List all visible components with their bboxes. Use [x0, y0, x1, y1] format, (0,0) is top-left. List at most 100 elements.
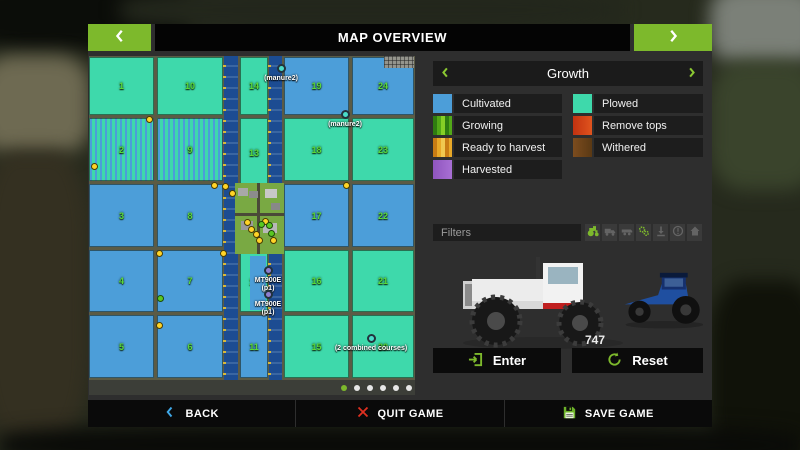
field-8[interactable]: 8 [157, 184, 223, 247]
trailer-filter-button[interactable] [619, 224, 634, 241]
field-number: 7 [187, 276, 192, 286]
field-number: 1 [119, 81, 124, 91]
poi-dot-yellow [229, 190, 236, 197]
field-3[interactable]: 3 [89, 184, 154, 247]
field-number: 6 [187, 342, 192, 352]
map-pin[interactable] [264, 290, 273, 299]
chevron-left-icon [113, 29, 127, 46]
legend-item-withered: Withered [573, 138, 703, 157]
trailer-icon [621, 224, 633, 242]
map-page-dot-4[interactable] [393, 385, 399, 391]
home-filter-button[interactable] [687, 224, 702, 241]
field-13[interactable]: 13 [240, 118, 268, 188]
plowed-swatch [573, 94, 592, 113]
poi-dot-yellow [91, 163, 98, 170]
field-16[interactable]: 16 [284, 250, 349, 312]
map-pin-label: MT900E [255, 277, 281, 285]
screen: MAP OVERVIEW 110141924291318233817224712… [0, 0, 800, 450]
field-5[interactable]: 5 [89, 315, 154, 378]
back-button[interactable]: BACK [88, 400, 295, 427]
legend-label: Ready to harvest [454, 138, 562, 157]
map-canvas[interactable]: 110141924291318233817224712162156111520 … [89, 56, 415, 395]
legend-item-growing: Growing [433, 116, 562, 135]
field-11[interactable]: 11 [240, 315, 268, 378]
truck-icon [604, 224, 616, 242]
save-game-button[interactable]: SAVE GAME [504, 400, 712, 427]
poi-dot-green [258, 221, 265, 228]
field-22[interactable]: 22 [352, 184, 414, 247]
field-19[interactable]: 19 [284, 57, 349, 115]
reset-button-label: Reset [632, 353, 667, 368]
map-page-dot-1[interactable] [354, 385, 360, 391]
growing-swatch [433, 116, 452, 135]
alert-filter-button[interactable] [670, 224, 685, 241]
poi-dot-yellow [211, 182, 218, 189]
field-number: 24 [378, 81, 388, 91]
alert-icon [672, 224, 684, 242]
tractor-filter-button[interactable] [585, 224, 600, 241]
field-2[interactable]: 2 [89, 118, 154, 181]
enter-vehicle-button[interactable]: Enter [433, 348, 561, 373]
poi-dot-yellow [270, 237, 277, 244]
overlay-title: Growth [433, 61, 703, 86]
map-pin[interactable] [367, 334, 376, 343]
legend-label: Cultivated [454, 94, 562, 113]
field-17[interactable]: 17 [284, 184, 349, 247]
field-7[interactable]: 7 [157, 250, 223, 312]
new-holland-tractor-image [621, 261, 703, 331]
field-4[interactable]: 4 [89, 250, 154, 312]
field-6[interactable]: 6 [157, 315, 223, 378]
field-1[interactable]: 1 [89, 57, 154, 115]
floppy-disk-icon [563, 406, 576, 422]
legend-label: Harvested [454, 160, 562, 179]
enter-button-label: Enter [493, 353, 526, 368]
field-number: 8 [187, 211, 192, 221]
quit-game-button[interactable]: QUIT GAME [295, 400, 503, 427]
field-9[interactable]: 9 [157, 118, 223, 181]
selected-vehicle-name: 747 [545, 333, 645, 347]
map-pin[interactable] [264, 266, 273, 275]
dialog-footer: BACK QUIT GAME SAVE GAME [88, 400, 712, 427]
gears-filter-button[interactable] [636, 224, 651, 241]
poi-dot-green [157, 295, 164, 302]
next-page-button[interactable] [634, 24, 712, 51]
poi-dot-yellow [343, 182, 350, 189]
download-filter-button[interactable] [653, 224, 668, 241]
poi-dot-yellow [146, 116, 153, 123]
reset-icon [607, 352, 622, 370]
village-building [271, 203, 280, 210]
x-icon [357, 406, 369, 421]
chevron-right-icon [666, 29, 680, 46]
prev-page-button[interactable] [88, 24, 151, 51]
map-pin[interactable] [341, 110, 350, 119]
map-page-dot-2[interactable] [367, 385, 373, 391]
legend-label: Remove tops [594, 116, 703, 135]
legend-item-remove-tops: Remove tops [573, 116, 703, 135]
background-field-blur [0, 150, 90, 440]
chevron-right-icon [686, 66, 697, 81]
gears-icon [638, 224, 650, 242]
poi-dot-yellow [222, 183, 229, 190]
poi-dot-yellow [220, 250, 227, 257]
map-page-dot-3[interactable] [380, 385, 386, 391]
field-21[interactable]: 21 [352, 250, 414, 312]
field-number: 14 [249, 81, 259, 91]
map-pin-label: (manure2) [264, 75, 298, 83]
legend-label: Plowed [594, 94, 703, 113]
map-page-dot-0[interactable] [341, 385, 347, 391]
overlay-panel: Growth Cultivated Growing Ready to harve… [433, 61, 703, 401]
map-page-dot-5[interactable] [406, 385, 412, 391]
truck-filter-button[interactable] [602, 224, 617, 241]
field-14[interactable]: 14 [240, 57, 268, 115]
overlay-next-button[interactable] [679, 61, 703, 86]
legend-item-ready-to-harvest: Ready to harvest [433, 138, 562, 157]
map-pin-label: (manure2) [328, 121, 362, 129]
field-10[interactable]: 10 [157, 57, 223, 115]
field-number: 10 [185, 81, 195, 91]
legend-item-cultivated: Cultivated [433, 94, 562, 113]
background-dark-blur [710, 280, 800, 450]
quit-button-label: QUIT GAME [378, 408, 444, 420]
enter-icon [468, 352, 483, 370]
reset-vehicle-button[interactable]: Reset [572, 348, 703, 373]
map-pin[interactable] [277, 64, 286, 73]
